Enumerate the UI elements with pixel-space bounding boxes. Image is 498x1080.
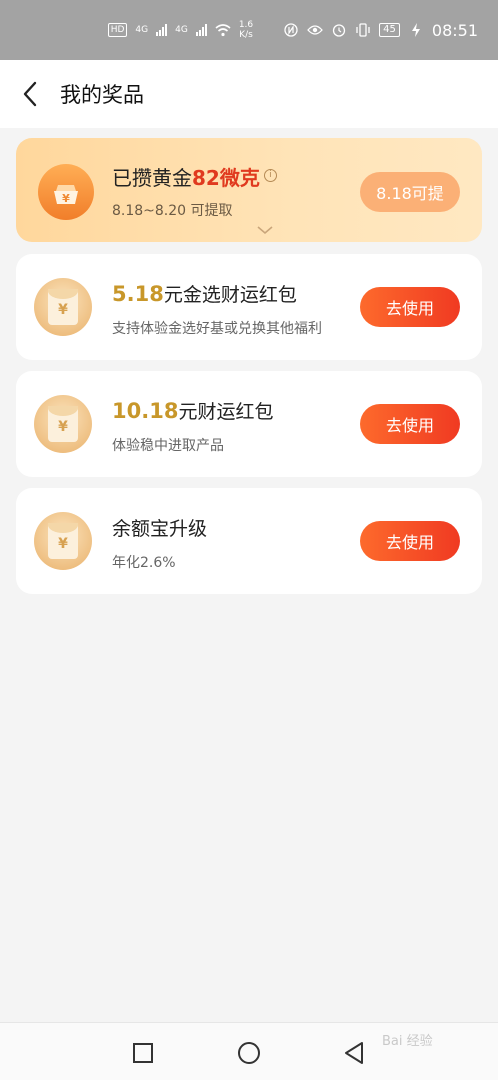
back-triangle-icon[interactable] xyxy=(342,1041,366,1065)
prize-description: 支持体验金选好基或兑换其他福利 xyxy=(112,321,322,337)
wifi-icon xyxy=(215,22,231,38)
envelope-shape: ¥ xyxy=(48,523,78,559)
network-speed-unit: K/s xyxy=(239,30,253,40)
battery-level: 45 xyxy=(379,23,400,37)
network-type-2: 4G xyxy=(175,25,188,35)
envelope-shape: ¥ xyxy=(48,406,78,442)
prize-card: ¥ 10.18元财运红包 体验稳中进取产品 去使用 xyxy=(16,371,482,477)
page-title: 我的奖品 xyxy=(60,83,144,107)
status-bar: HD 4G 4G 1.6 K/s 45 08:51 xyxy=(0,0,498,60)
use-button[interactable]: 去使用 xyxy=(360,521,460,561)
prize-card: ¥ 5.18元金选财运红包 支持体验金选好基或兑换其他福利 去使用 xyxy=(16,254,482,360)
network-type-1: 4G xyxy=(135,25,149,35)
home-icon[interactable] xyxy=(237,1041,261,1065)
red-envelope-icon: ¥ xyxy=(34,512,92,570)
info-icon[interactable]: i xyxy=(263,169,277,182)
page-header: 我的奖品 xyxy=(0,60,498,128)
prize-title-text: 余额宝升级 xyxy=(112,518,208,540)
signal-icon-2 xyxy=(195,24,207,36)
alarm-icon xyxy=(331,22,347,38)
gold-withdraw-period: 8.18~8.20 可提取 xyxy=(112,203,233,219)
gold-title-prefix: 已攒黄金 xyxy=(112,166,192,190)
gold-withdraw-button[interactable]: 8.18可提 xyxy=(360,172,460,212)
prize-amount: 10.18 xyxy=(112,399,179,423)
use-button[interactable]: 去使用 xyxy=(360,287,460,327)
gold-bar-icon: ¥ xyxy=(38,164,94,220)
prize-amount: 5.18 xyxy=(112,282,164,306)
watermark: Bai 经验 xyxy=(382,1034,433,1049)
gold-title: 已攒黄金82微克 i xyxy=(112,162,277,191)
envelope-shape: ¥ xyxy=(48,289,78,325)
nfc-icon xyxy=(283,22,299,38)
chevron-down-icon[interactable] xyxy=(256,224,274,236)
red-envelope-icon: ¥ xyxy=(34,278,92,336)
prize-title: 10.18元财运红包 xyxy=(112,397,273,424)
svg-text:¥: ¥ xyxy=(62,192,70,205)
charging-icon xyxy=(408,22,424,38)
status-time: 08:51 xyxy=(431,20,478,40)
signal-icon xyxy=(156,24,168,36)
network-speed-value: 1.6 xyxy=(238,20,254,30)
prize-title-text: 元财运红包 xyxy=(178,401,274,423)
gold-savings-card[interactable]: ¥ 已攒黄金82微克 i 8.18~8.20 可提取 8.18可提 xyxy=(16,138,482,242)
eye-icon xyxy=(307,22,324,38)
hd-badge: HD xyxy=(107,23,128,37)
prize-title: 余额宝升级 xyxy=(112,514,207,541)
chevron-left-icon xyxy=(23,81,37,107)
use-button[interactable]: 去使用 xyxy=(360,404,460,444)
red-envelope-icon: ¥ xyxy=(34,395,92,453)
prize-description: 体验稳中进取产品 xyxy=(112,438,224,454)
prize-title-text: 元金选财运红包 xyxy=(163,284,297,306)
prize-description: 年化2.6% xyxy=(112,555,176,571)
prize-title: 5.18元金选财运红包 xyxy=(112,280,297,307)
network-speed: 1.6 K/s xyxy=(239,20,253,40)
prize-card: ¥ 余额宝升级 年化2.6% 去使用 xyxy=(16,488,482,594)
recent-apps-icon[interactable] xyxy=(131,1041,155,1065)
gold-amount: 82微克 xyxy=(192,166,260,190)
back-button[interactable] xyxy=(0,60,60,128)
vibrate-icon xyxy=(355,22,371,38)
